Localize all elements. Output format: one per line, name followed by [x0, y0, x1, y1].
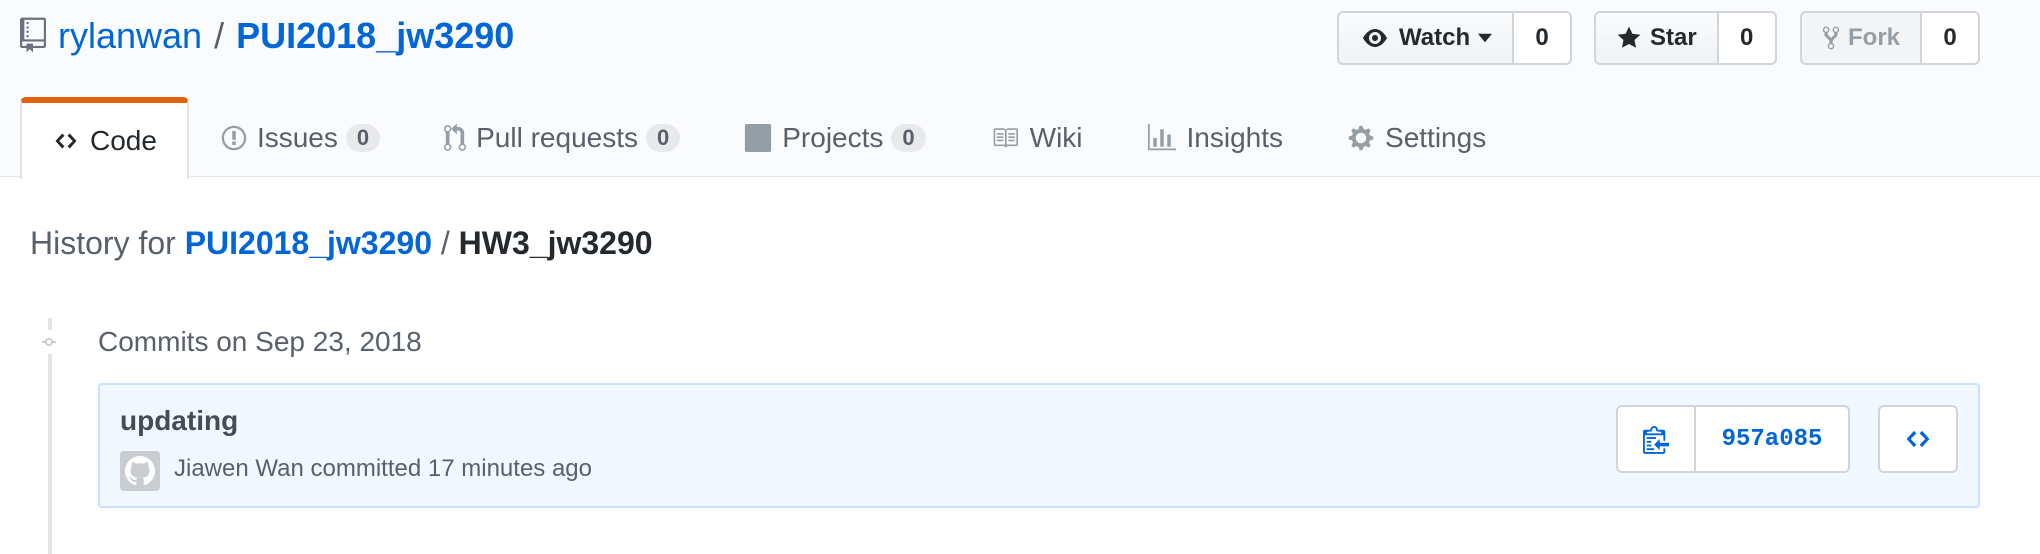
- tab-settings[interactable]: Settings: [1315, 97, 1518, 178]
- repo-icon: [20, 17, 46, 55]
- history-repo-link[interactable]: PUI2018_jw3290: [185, 225, 432, 261]
- repo-title: rylanwan / PUI2018_jw3290: [20, 12, 514, 60]
- watch-group: Watch 0: [1337, 11, 1573, 65]
- commits-date-heading: Commits on Sep 23, 2018: [98, 326, 422, 357]
- tab-code[interactable]: Code: [20, 97, 189, 179]
- chevron-down-icon: [1478, 33, 1493, 43]
- gear-icon: [1348, 125, 1374, 150]
- fork-button[interactable]: Fork: [1800, 11, 1923, 65]
- tab-code-label: Code: [90, 125, 157, 156]
- commit-time: 17 minutes ago: [427, 455, 592, 482]
- commit-links-group: 957a085: [1616, 405, 1850, 473]
- commit-message-link[interactable]: updating: [120, 405, 238, 437]
- star-count[interactable]: 0: [1718, 11, 1777, 65]
- commit-author[interactable]: Jiawen Wan: [174, 455, 304, 482]
- tab-settings-label: Settings: [1385, 121, 1487, 153]
- star-button[interactable]: Star: [1594, 11, 1719, 65]
- commit-sha-link[interactable]: 957a085: [1696, 405, 1850, 473]
- repo-nav: Code Issues 0 Pull requests 0 Projects 0…: [20, 97, 1518, 179]
- repo-header: rylanwan / PUI2018_jw3290 Watch 0 Star 0…: [0, 0, 2040, 179]
- history-path: HW3_jw3290: [458, 225, 653, 261]
- pulls-counter: 0: [646, 123, 681, 152]
- tab-projects-label: Projects: [782, 121, 884, 153]
- projects-counter: 0: [891, 123, 926, 152]
- issues-counter: 0: [345, 123, 381, 152]
- tab-pull-requests-label: Pull requests: [476, 121, 638, 153]
- star-group: Star 0: [1594, 11, 1777, 65]
- copy-sha-button[interactable]: [1616, 405, 1696, 473]
- fork-group: Fork 0: [1800, 11, 1981, 65]
- pull-request-icon: [444, 122, 467, 151]
- star-icon: [1617, 26, 1641, 48]
- commit-meta: Jiawen Wan committed 17 minutes ago: [174, 455, 592, 483]
- tab-pull-requests[interactable]: Pull requests 0: [412, 97, 712, 178]
- tab-insights[interactable]: Insights: [1115, 97, 1316, 178]
- browse-code-icon: [1906, 430, 1930, 448]
- issue-icon: [221, 125, 247, 150]
- code-icon: [55, 133, 77, 149]
- tab-issues-label: Issues: [256, 121, 338, 153]
- book-icon: [993, 127, 1018, 148]
- star-label: Star: [1650, 24, 1697, 51]
- history-separator: /: [440, 225, 450, 261]
- history-prefix: History for: [30, 225, 176, 261]
- commit-item: updating Jiawen Wan committed 17 minutes…: [98, 383, 1980, 508]
- fork-count[interactable]: 0: [1922, 11, 1981, 65]
- watch-button[interactable]: Watch: [1337, 11, 1515, 65]
- path-separator: /: [214, 15, 225, 56]
- avatar[interactable]: [120, 451, 160, 491]
- eye-icon: [1363, 29, 1387, 47]
- commit-action: committed: [310, 455, 422, 482]
- graph-icon: [1147, 123, 1176, 150]
- watch-count[interactable]: 0: [1514, 11, 1573, 65]
- repo-owner-link[interactable]: rylanwan: [58, 15, 202, 57]
- clippy-icon: [1643, 426, 1669, 454]
- repo-name-link[interactable]: PUI2018_jw3290: [236, 15, 514, 57]
- tab-wiki-label: Wiki: [1029, 121, 1083, 153]
- tab-issues[interactable]: Issues 0: [189, 97, 412, 178]
- tab-projects[interactable]: Projects 0: [712, 97, 957, 178]
- tab-wiki[interactable]: Wiki: [958, 97, 1115, 178]
- fork-label: Fork: [1848, 24, 1901, 51]
- browse-repo-button[interactable]: [1878, 405, 1958, 473]
- watch-label: Watch: [1399, 24, 1471, 51]
- git-commit-icon: [34, 330, 64, 354]
- project-icon: [745, 123, 772, 152]
- history-title: History for PUI2018_jw3290 / HW3_jw3290: [30, 225, 653, 262]
- fork-icon: [1822, 26, 1840, 50]
- tab-insights-label: Insights: [1186, 121, 1284, 153]
- github-avatar-icon: [125, 456, 155, 486]
